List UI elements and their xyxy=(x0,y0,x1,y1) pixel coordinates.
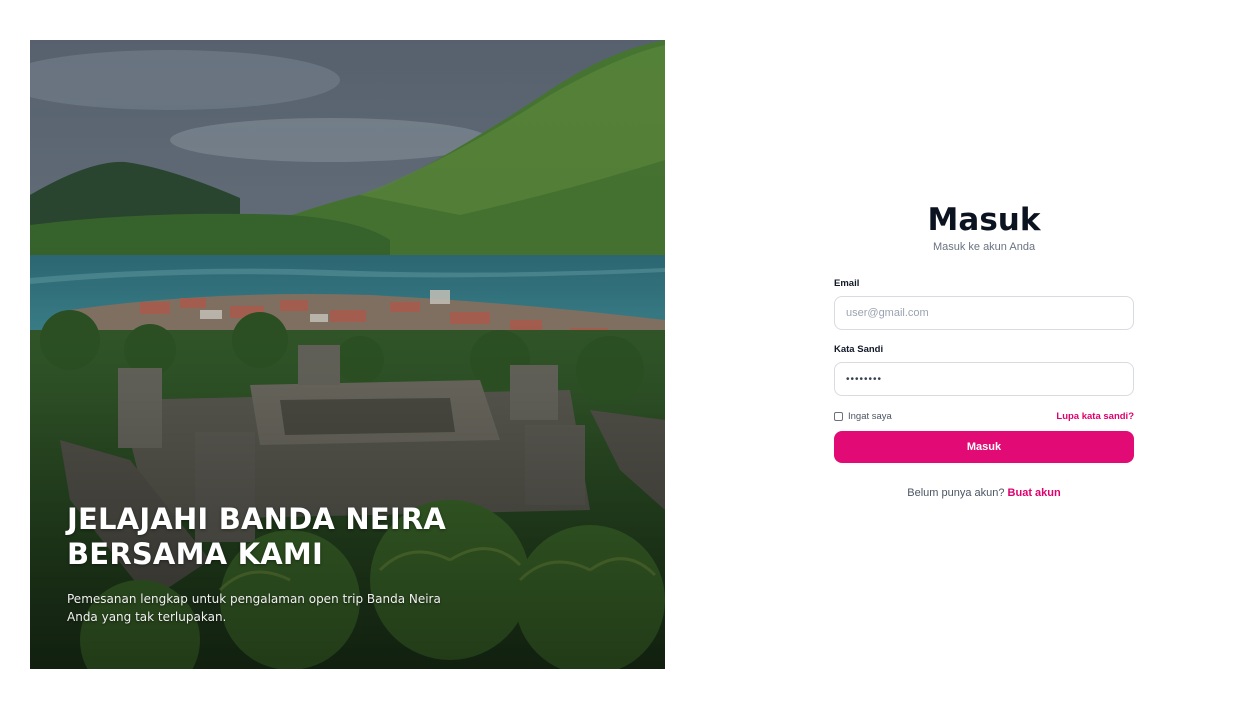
password-field[interactable] xyxy=(834,362,1134,396)
remember-me[interactable]: Ingat saya xyxy=(834,411,892,422)
login-form: Masuk Masuk ke akun Anda Email Kata Sand… xyxy=(834,200,1134,499)
hero-subtitle: Pemesanan lengkap untuk pengalaman open … xyxy=(67,592,441,624)
login-subtitle: Masuk ke akun Anda xyxy=(932,241,1036,253)
login-options-row: Ingat saya Lupa kata sandi? xyxy=(834,409,1134,423)
signup-row: Belum punya akun? Buat akun xyxy=(834,487,1134,499)
email-label: Email xyxy=(834,278,860,289)
login-button[interactable]: Masuk xyxy=(834,431,1134,463)
email-field[interactable] xyxy=(834,296,1134,330)
hero-overlay xyxy=(30,40,665,669)
remember-label: Ingat saya xyxy=(848,410,892,422)
signup-prompt: Belum punya akun? xyxy=(907,487,1005,499)
create-account-link[interactable]: Buat akun xyxy=(1008,487,1061,499)
hero-title: JELAJAHI BANDA NEIRA BERSAMA KAMI xyxy=(67,502,446,571)
hero-banner: JELAJAHI BANDA NEIRA BERSAMA KAMI Pemesa… xyxy=(30,40,665,669)
password-label: Kata Sandi xyxy=(834,344,884,355)
forgot-password-link[interactable]: Lupa kata sandi? xyxy=(1056,411,1134,422)
remember-checkbox[interactable] xyxy=(834,411,843,421)
login-title: Masuk xyxy=(927,202,1041,238)
